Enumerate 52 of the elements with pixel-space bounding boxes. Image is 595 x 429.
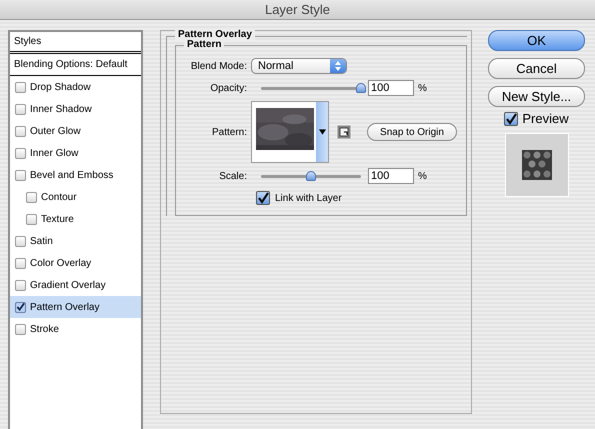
style-item[interactable]: Color Overlay [10,252,141,274]
checkbox[interactable] [15,82,26,92]
group-title: Pattern Overlay [175,29,255,40]
scale-input[interactable]: 100 [368,168,414,184]
blend-mode-dropdown[interactable]: Normal [251,58,347,74]
section-title: Pattern [184,39,224,50]
new-preset-icon[interactable] [337,125,351,139]
slider-thumb[interactable] [306,171,316,181]
percent-label: % [418,170,427,182]
style-item[interactable]: Satin [10,230,141,252]
link-with-layer-label: Link with Layer [275,192,342,204]
checkbox[interactable] [504,112,518,126]
checkbox[interactable] [26,214,37,224]
style-item[interactable]: Drop Shadow [10,76,141,98]
opacity-input[interactable]: 100 [368,80,414,96]
pattern-picker[interactable] [251,101,329,163]
opacity-label: Opacity: [209,82,248,94]
style-item[interactable]: Stroke [10,318,141,340]
checkbox[interactable] [26,192,37,202]
style-item[interactable]: Pattern Overlay [10,296,141,318]
checkbox[interactable] [15,148,26,158]
slider-thumb[interactable] [356,83,366,93]
checkbox[interactable] [15,302,26,312]
style-item[interactable]: Contour [10,186,141,208]
ok-button[interactable]: OK [488,30,585,51]
checkbox[interactable] [15,104,26,114]
stepper-icon [330,59,346,73]
percent-label: % [418,82,427,94]
style-item[interactable]: Inner Shadow [10,98,141,120]
blend-mode-label: Blend Mode: [190,60,248,72]
dialog-button[interactable]: New Style... [488,86,585,107]
blending-options-item[interactable]: Blending Options: Default [10,54,141,76]
styles-header[interactable]: Styles [10,32,141,54]
checkbox[interactable] [15,126,26,136]
scale-label: Scale: [218,170,248,182]
checkbox[interactable] [15,258,26,268]
pattern-label: Pattern: [210,126,248,138]
style-item[interactable]: Gradient Overlay [10,274,141,296]
checkbox[interactable] [15,280,26,290]
preview-label: Preview [522,111,569,126]
checkbox[interactable] [256,191,270,205]
style-item[interactable]: Outer Glow [10,120,141,142]
checkbox[interactable] [15,170,26,180]
style-item[interactable]: Texture [10,208,141,230]
dropdown-arrow-icon [318,129,326,135]
style-item[interactable]: Inner Glow [10,142,141,164]
checkbox[interactable] [15,324,26,334]
dialog-button[interactable]: Cancel [488,58,585,79]
window-title: Layer Style [264,2,330,17]
checkbox[interactable] [15,236,26,246]
style-item[interactable]: Bevel and Emboss [10,164,141,186]
snap-to-origin-button[interactable]: Snap to Origin [367,123,457,141]
